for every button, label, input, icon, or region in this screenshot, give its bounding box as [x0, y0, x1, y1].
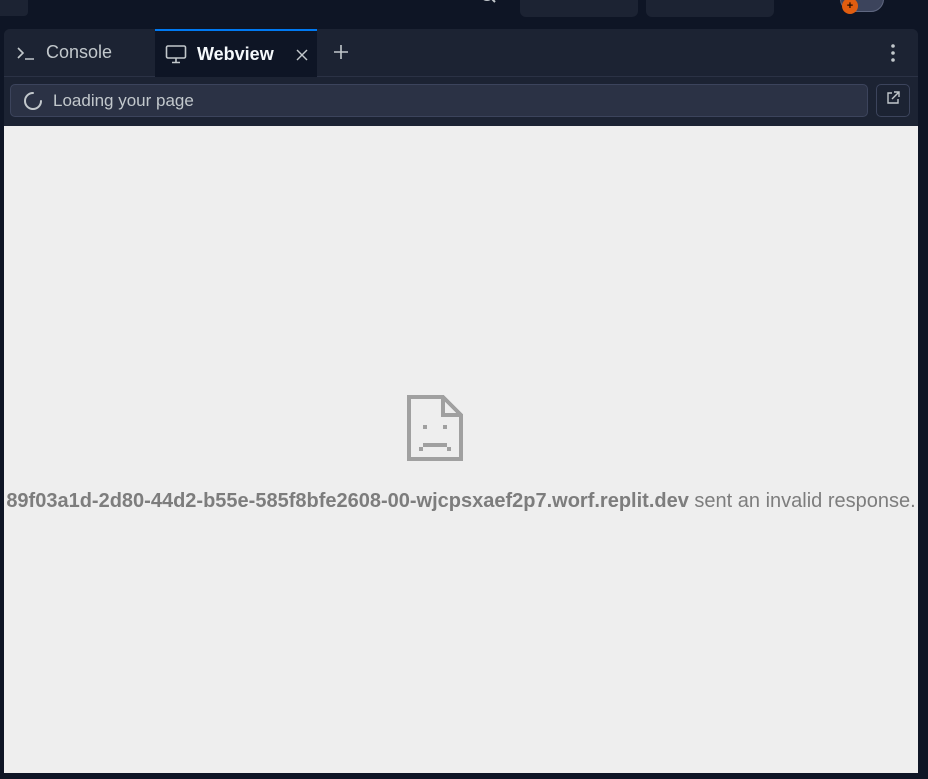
error-description: sent an invalid response.	[688, 490, 916, 512]
open-external-icon	[885, 90, 901, 111]
open-external-button[interactable]	[876, 84, 910, 117]
tool-panel: Console Webview Loading your page 89f03a…	[4, 29, 918, 773]
search-icon[interactable]	[478, 0, 498, 8]
tab-webview-label: Webview	[197, 43, 274, 64]
tab-webview[interactable]: Webview	[155, 29, 317, 77]
plus-icon[interactable]	[330, 41, 352, 63]
top-bar-left-element[interactable]	[0, 0, 28, 16]
url-bar-row: Loading your page	[4, 77, 918, 125]
kebab-menu-icon[interactable]	[884, 41, 902, 65]
webview-viewport: 89f03a1d-2d80-44d2-b55e-585f8bfe2608-00-…	[4, 126, 918, 773]
close-icon[interactable]	[295, 44, 309, 67]
top-bar-button-1[interactable]	[520, 0, 638, 17]
tab-console[interactable]: Console	[4, 29, 154, 76]
error-message: 89f03a1d-2d80-44d2-b55e-585f8bfe2608-00-…	[4, 486, 918, 516]
error-host: 89f03a1d-2d80-44d2-b55e-585f8bfe2608-00-…	[6, 490, 689, 512]
monitor-icon	[165, 44, 187, 64]
terminal-prompt-icon	[16, 45, 36, 61]
panel-edge	[918, 635, 928, 779]
tab-console-label: Console	[46, 42, 113, 62]
tab-bar: Console Webview	[4, 29, 918, 77]
top-bar: +	[0, 0, 928, 28]
url-bar[interactable]: Loading your page	[10, 84, 868, 117]
top-bar-button-2[interactable]	[646, 0, 774, 17]
loading-spinner-icon	[23, 91, 43, 111]
sad-page-icon	[407, 395, 463, 461]
url-bar-status: Loading your page	[53, 90, 194, 110]
